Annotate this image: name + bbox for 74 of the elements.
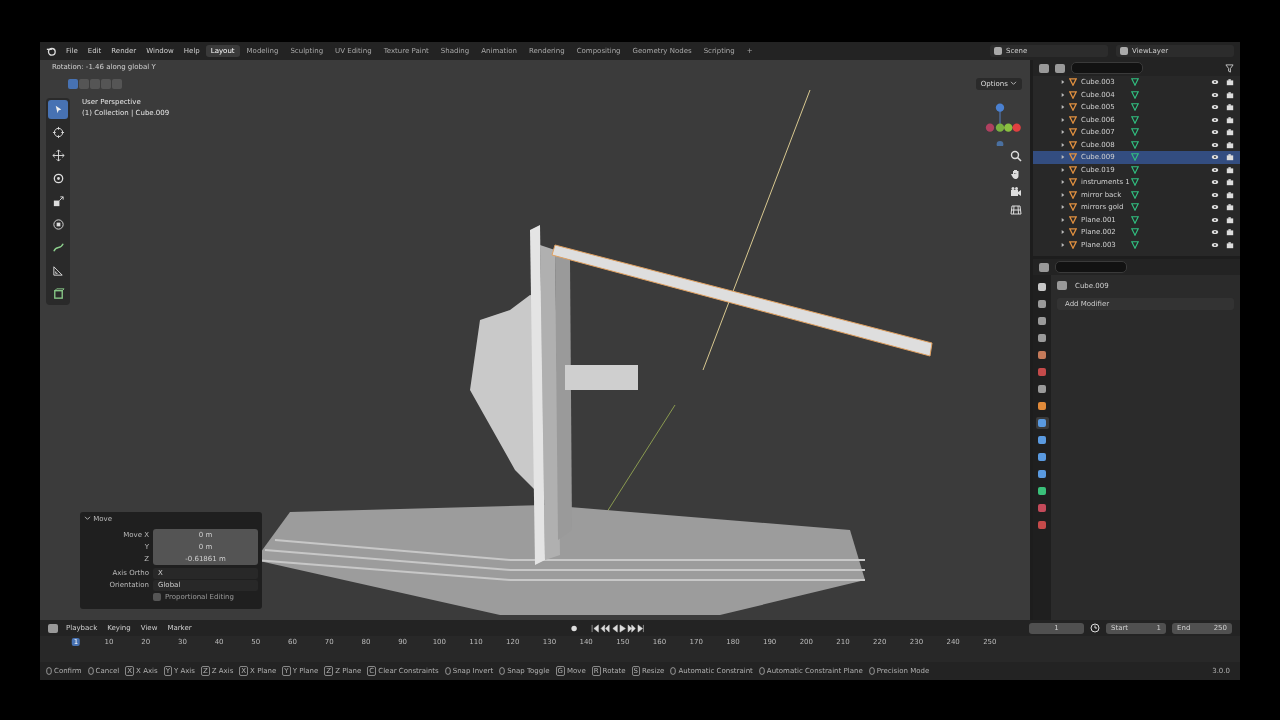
expand-arrow-icon[interactable] [1061, 105, 1065, 110]
mouse-icon [868, 667, 875, 675]
properties-tab-icon[interactable] [1035, 451, 1049, 463]
eye-icon[interactable] [1211, 153, 1219, 162]
properties-tab-icon[interactable] [1035, 315, 1049, 327]
camera-icon[interactable] [1226, 78, 1234, 87]
camera-icon[interactable] [1226, 140, 1234, 149]
expand-arrow-icon[interactable] [1061, 142, 1065, 147]
camera-icon[interactable] [1226, 228, 1234, 237]
expand-arrow-icon[interactable] [1061, 167, 1065, 172]
eye-icon[interactable] [1211, 128, 1219, 137]
expand-arrow-icon[interactable] [1061, 192, 1065, 197]
eye-icon[interactable] [1211, 90, 1219, 99]
select-tool-icon[interactable] [48, 100, 68, 119]
camera-icon[interactable] [1226, 215, 1234, 224]
blender-logo-icon[interactable] [46, 46, 56, 56]
search-field[interactable] [1055, 261, 1127, 273]
camera-icon[interactable] [1226, 90, 1234, 99]
eye-icon[interactable] [1211, 165, 1219, 174]
expand-arrow-icon[interactable] [1061, 130, 1065, 135]
camera-icon[interactable] [1226, 203, 1234, 212]
expand-arrow-icon[interactable] [1061, 230, 1065, 235]
properties-tab-icon[interactable] [1035, 434, 1049, 446]
zoom-icon[interactable] [1010, 150, 1022, 162]
properties-tab-icon[interactable] [1035, 349, 1049, 361]
expand-arrow-icon[interactable] [1061, 205, 1065, 210]
expand-arrow-icon[interactable] [1061, 242, 1065, 247]
expand-arrow-icon[interactable] [1061, 92, 1065, 97]
expand-arrow-icon[interactable] [1061, 155, 1065, 160]
eye-icon[interactable] [1211, 78, 1219, 87]
camera-icon[interactable] [1226, 115, 1234, 124]
properties-tab-icon[interactable] [1035, 332, 1049, 344]
hand-icon[interactable] [1010, 168, 1022, 180]
mouse-icon [46, 667, 52, 675]
camera-icon[interactable] [1010, 186, 1022, 198]
mouse-icon [670, 667, 677, 675]
mouse-icon [444, 667, 451, 675]
camera-icon[interactable] [1226, 128, 1234, 137]
mouse-icon [499, 667, 506, 675]
properties-tab-icon[interactable] [1035, 485, 1049, 497]
properties-tab-icon[interactable] [1035, 383, 1049, 395]
camera-icon[interactable] [1226, 165, 1234, 174]
filter-icon[interactable] [1225, 63, 1234, 73]
search-field[interactable] [1071, 62, 1143, 74]
properties-tab-icon[interactable] [1035, 281, 1049, 293]
expand-arrow-icon[interactable] [1061, 117, 1065, 122]
mouse-icon [758, 667, 765, 675]
camera-icon[interactable] [1226, 178, 1234, 187]
properties-tab-icon[interactable] [1035, 417, 1049, 429]
eye-icon[interactable] [1211, 203, 1219, 212]
grid-icon[interactable] [1010, 204, 1022, 216]
mouse-icon [87, 667, 94, 675]
properties-tab-icon[interactable] [1035, 400, 1049, 412]
properties-tab-icon[interactable] [1035, 298, 1049, 310]
eye-icon[interactable] [1211, 178, 1219, 187]
camera-icon[interactable] [1226, 190, 1234, 199]
expand-arrow-icon[interactable] [1061, 217, 1065, 222]
eye-icon[interactable] [1211, 190, 1219, 199]
checkbox[interactable] [153, 593, 161, 601]
chevron-icon [1010, 81, 1017, 86]
camera-icon[interactable] [1226, 240, 1234, 249]
eye-icon[interactable] [1211, 240, 1219, 249]
expand-arrow-icon[interactable] [1061, 180, 1065, 185]
eye-icon[interactable] [1211, 215, 1219, 224]
camera-icon[interactable] [1226, 103, 1234, 112]
eye-icon[interactable] [1211, 115, 1219, 124]
camera-icon[interactable] [1226, 153, 1234, 162]
clock-icon[interactable] [1090, 623, 1100, 633]
properties-tab-icon[interactable] [1035, 468, 1049, 480]
eye-icon[interactable] [1211, 140, 1219, 149]
eye-icon[interactable] [1211, 228, 1219, 237]
expand-arrow-icon[interactable] [1061, 80, 1065, 85]
eye-icon[interactable] [1211, 103, 1219, 112]
chevron-icon [84, 516, 91, 521]
